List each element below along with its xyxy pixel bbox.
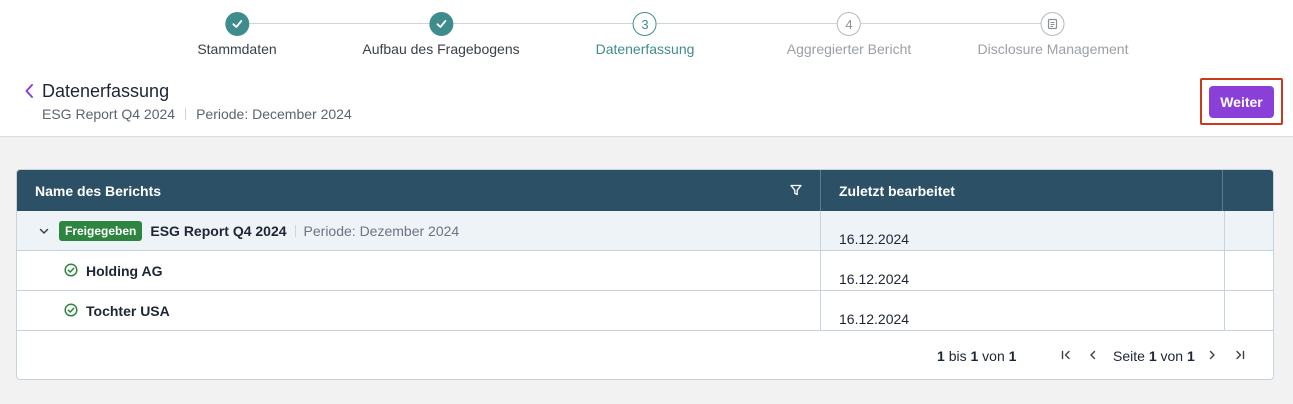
column-header-last-edited[interactable]: Zuletzt bearbeitet bbox=[839, 170, 955, 211]
table-row[interactable]: Tochter USA 16.12.2024 bbox=[17, 291, 1273, 331]
cell-divider bbox=[1224, 251, 1225, 291]
column-header-name[interactable]: Name des Berichts bbox=[35, 170, 161, 211]
page-subtitle: ESG Report Q4 2024 Periode: December 202… bbox=[42, 106, 352, 122]
page-title: Datenerfassung bbox=[42, 81, 170, 101]
filter-icon[interactable] bbox=[789, 183, 803, 197]
check-icon bbox=[225, 12, 249, 36]
report-name: ESG Report Q4 2024 bbox=[42, 106, 176, 122]
step-aggregierter-bericht[interactable]: 4 Aggregierter Bericht bbox=[786, 12, 912, 57]
divider bbox=[294, 225, 296, 237]
report-period: Periode: December 2024 bbox=[196, 106, 352, 122]
range-from: 1 bbox=[937, 348, 945, 364]
row-name-cell: Tochter USA bbox=[64, 291, 170, 331]
cell-divider bbox=[820, 291, 821, 331]
step-label: Aggregierter Bericht bbox=[786, 41, 912, 57]
check-circle-icon bbox=[64, 302, 78, 320]
table-header: Name des Berichts Zuletzt bearbeitet bbox=[17, 170, 1273, 211]
next-button[interactable]: Weiter bbox=[1209, 86, 1274, 118]
step-label: Aufbau des Fragebogens bbox=[362, 41, 520, 57]
last-edited-date: 16.12.2024 bbox=[839, 311, 910, 327]
current-page: 1 bbox=[1148, 348, 1157, 364]
last-page-icon[interactable] bbox=[1232, 346, 1248, 364]
first-page-icon[interactable] bbox=[1058, 346, 1074, 364]
step-aufbau[interactable]: Aufbau des Fragebogens bbox=[362, 12, 520, 57]
entity-name[interactable]: Tochter USA bbox=[86, 303, 170, 319]
divider bbox=[185, 108, 187, 120]
step-stammdaten[interactable]: Stammdaten bbox=[197, 12, 277, 57]
table-footer: 1 bis 1 von 1 Seite 1 von 1 bbox=[17, 333, 1273, 379]
cell-divider bbox=[1224, 291, 1225, 331]
range-word: bis bbox=[948, 348, 967, 364]
chevron-down-icon[interactable] bbox=[37, 224, 51, 238]
row-name-cell: Holding AG bbox=[64, 251, 162, 291]
cell-divider bbox=[820, 251, 821, 291]
last-edited-date: 16.12.2024 bbox=[839, 231, 910, 247]
total-pages: 1 bbox=[1186, 348, 1195, 364]
page-header: Stammdaten Aufbau des Fragebogens 3 Date… bbox=[0, 0, 1293, 137]
step-disclosure-management[interactable]: Disclosure Management bbox=[977, 12, 1129, 57]
step-label: Datenerfassung bbox=[595, 41, 695, 57]
chevron-left-icon[interactable] bbox=[22, 82, 36, 100]
page-word: Seite bbox=[1113, 348, 1145, 364]
range-to: 1 bbox=[970, 348, 979, 364]
report-table: Name des Berichts Zuletzt bearbeitet Fre… bbox=[16, 169, 1274, 380]
range-total: 1 bbox=[1008, 348, 1017, 364]
step-number: 3 bbox=[633, 12, 657, 36]
cell-divider bbox=[820, 211, 821, 251]
document-icon bbox=[1041, 12, 1065, 36]
check-icon bbox=[428, 12, 453, 36]
step-datenerfassung[interactable]: 3 Datenerfassung bbox=[595, 12, 695, 57]
group-cell: Freigegeben ESG Report Q4 2024 Periode: … bbox=[37, 211, 459, 251]
pagination-info: 1 bis 1 von 1 bbox=[937, 348, 1016, 364]
table-row-group[interactable]: Freigegeben ESG Report Q4 2024 Periode: … bbox=[17, 211, 1273, 251]
page-of-word: von bbox=[1160, 348, 1184, 364]
group-period: Periode: Dezember 2024 bbox=[303, 223, 460, 239]
column-divider bbox=[1222, 170, 1223, 211]
step-label: Disclosure Management bbox=[977, 41, 1129, 57]
last-edited-date: 16.12.2024 bbox=[839, 271, 910, 287]
status-badge: Freigegeben bbox=[59, 221, 143, 241]
step-label: Stammdaten bbox=[197, 41, 277, 57]
cell-divider bbox=[1224, 211, 1225, 251]
chevron-left-icon[interactable] bbox=[1085, 346, 1101, 364]
table-row[interactable]: Holding AG 16.12.2024 bbox=[17, 251, 1273, 291]
column-divider bbox=[820, 170, 821, 211]
step-number: 4 bbox=[836, 12, 861, 36]
of-word: von bbox=[982, 348, 1005, 364]
check-circle-icon bbox=[64, 262, 78, 280]
chevron-right-icon[interactable] bbox=[1204, 346, 1220, 364]
group-report-name: ESG Report Q4 2024 bbox=[150, 223, 287, 239]
entity-name[interactable]: Holding AG bbox=[86, 263, 162, 279]
page-indicator: Seite 1 von 1 bbox=[1113, 348, 1195, 364]
